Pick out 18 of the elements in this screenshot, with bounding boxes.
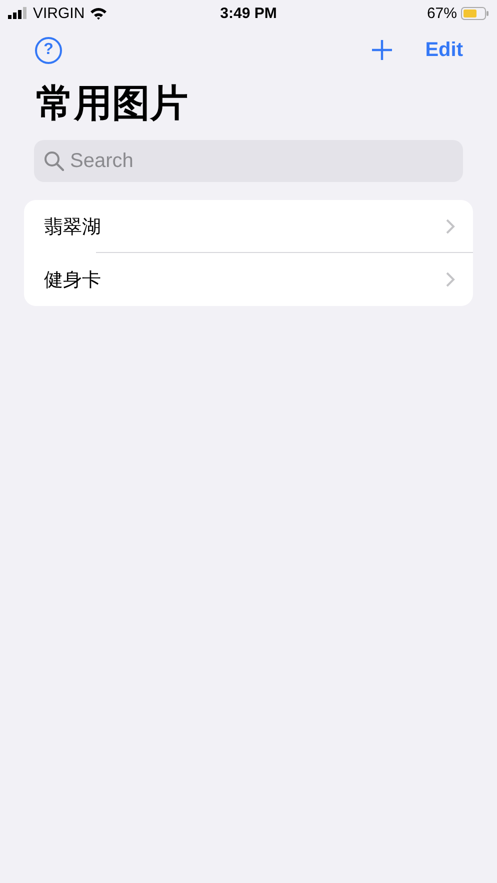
wifi-icon	[90, 6, 107, 20]
carrier-name: VIRGIN	[33, 4, 85, 22]
list-row[interactable]: 健身卡	[24, 253, 473, 306]
battery-percentage: 67%	[426, 4, 457, 22]
battery-icon	[460, 6, 489, 20]
add-icon[interactable]	[371, 39, 394, 61]
edit-button[interactable]: Edit	[425, 38, 463, 62]
chevron-icon	[446, 272, 455, 287]
search-icon	[44, 151, 64, 171]
help-button[interactable]: ?	[35, 36, 62, 64]
row-label: 翡翠湖	[44, 216, 102, 240]
search-field[interactable]: Search	[34, 140, 463, 182]
clock-time: 3:49 PM	[220, 4, 277, 22]
page-title: 常用图片	[36, 82, 188, 127]
list-row[interactable]: 翡翠湖	[24, 200, 473, 253]
row-label: 健身卡	[44, 268, 102, 292]
chevron-icon	[446, 219, 455, 234]
signal-icon	[8, 7, 28, 19]
